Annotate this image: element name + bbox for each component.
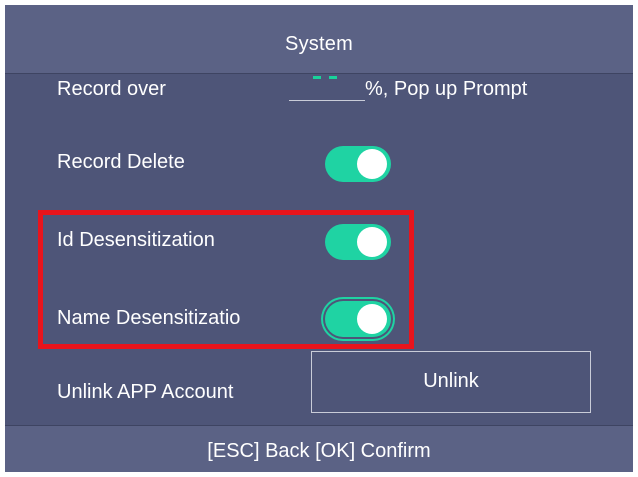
- device-screen: System Record over %, Pop up Prompt Reco…: [5, 5, 633, 472]
- title-bar: System: [5, 5, 633, 74]
- record-delete-label: Record Delete: [57, 151, 185, 173]
- record-over-input[interactable]: [289, 76, 365, 101]
- toggle-knob: [357, 149, 387, 179]
- highlight-annotation-box: [38, 210, 414, 349]
- unlink-button[interactable]: Unlink: [311, 351, 591, 413]
- record-over-suffix: %, Pop up Prompt: [365, 78, 528, 100]
- record-over-label: Record over: [57, 78, 166, 100]
- record-over-cursor: [313, 76, 339, 79]
- unlink-app-account-label: Unlink APP Account: [57, 381, 234, 403]
- key-hint: [ESC] Back [OK] Confirm: [207, 440, 431, 462]
- page-title: System: [285, 33, 353, 55]
- record-delete-toggle[interactable]: [325, 146, 391, 182]
- footer-bar: [ESC] Back [OK] Confirm: [5, 425, 633, 472]
- settings-list: Record over %, Pop up Prompt Record Dele…: [5, 74, 633, 424]
